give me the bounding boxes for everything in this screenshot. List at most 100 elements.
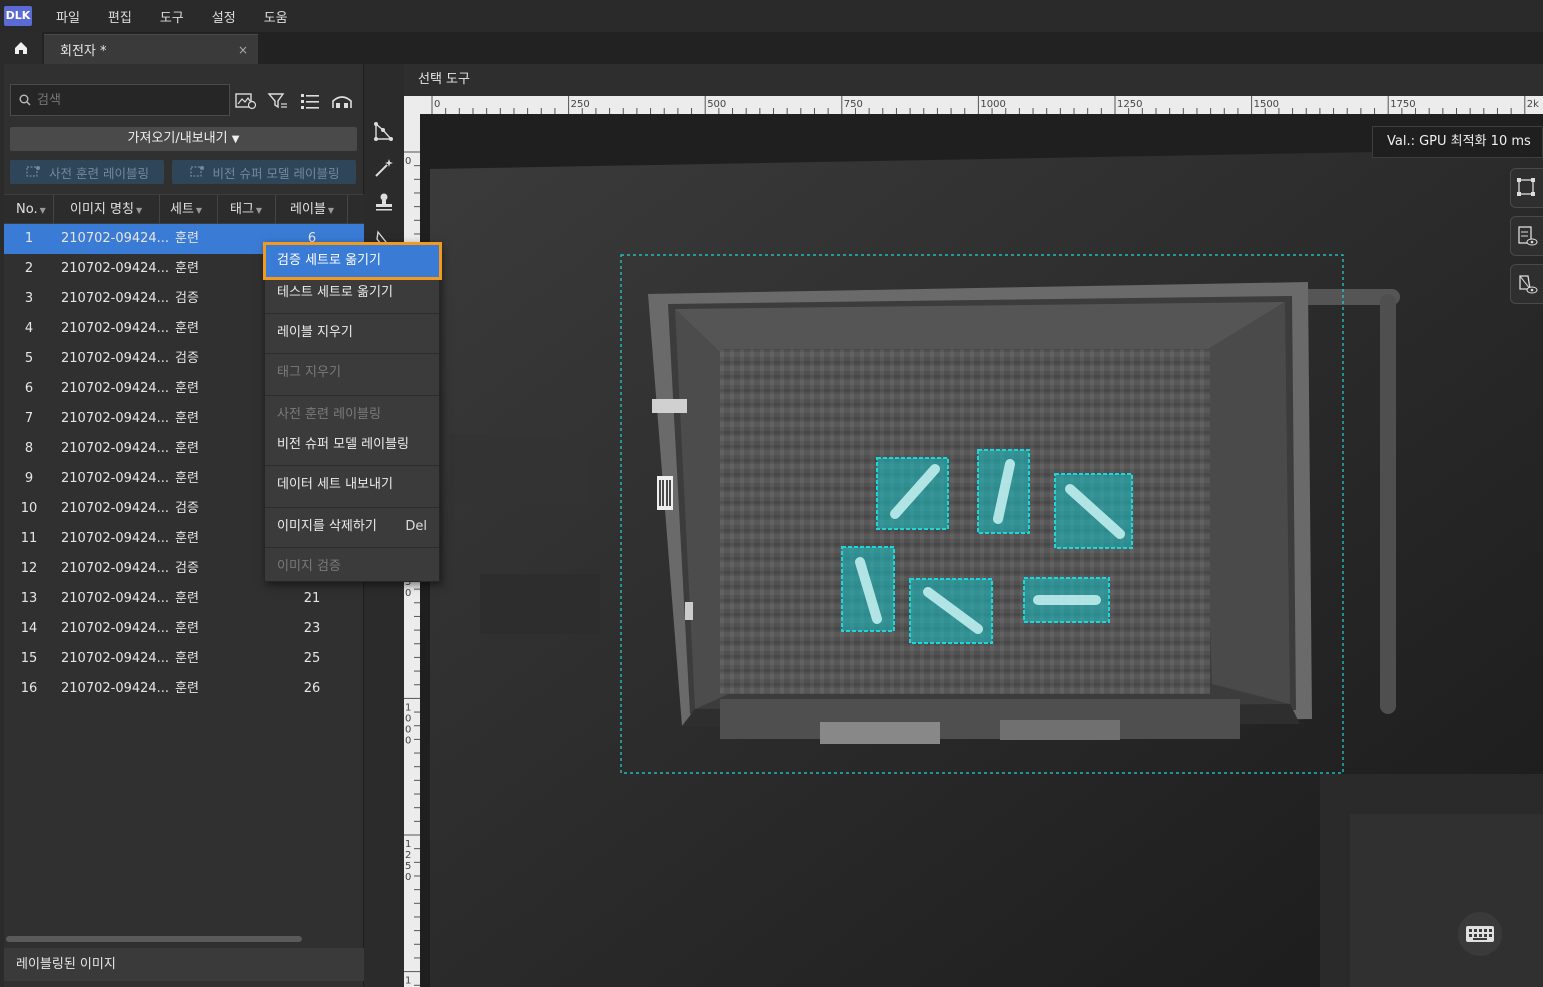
context-menu-item-label: 태그 지우기: [277, 365, 341, 380]
context-menu-item-label: 이미지 검증: [277, 559, 341, 574]
table-row[interactable]: 13 210702-09424... 훈련 21: [4, 584, 364, 614]
mask-view-button[interactable]: [1510, 264, 1543, 304]
context-menu-item[interactable]: 데이터 세트 내보내기: [265, 471, 439, 499]
row-number: 16: [20, 681, 38, 696]
image-canvas[interactable]: [420, 114, 1543, 987]
close-tab-icon[interactable]: ×: [238, 43, 248, 57]
row-image-name: 210702-09424...: [61, 351, 170, 366]
keyboard-icon: [1466, 926, 1494, 942]
sort-icon: ▼: [195, 206, 203, 215]
context-menu-highlight: 검증 세트로 옮기기: [263, 242, 442, 280]
col-labels[interactable]: 레이블 ▼: [276, 195, 348, 225]
row-label-count: 26: [303, 681, 321, 696]
labeled-images-section[interactable]: 레이블링된 이미지: [4, 948, 364, 981]
menu-tools[interactable]: 도구: [146, 7, 198, 26]
shortcut-hint: Del: [405, 519, 427, 534]
row-number: 10: [20, 501, 38, 516]
col-set-label: 세트: [170, 202, 194, 217]
ruler-label: 1500: [1254, 99, 1279, 110]
inspection-image: [420, 114, 1543, 987]
list-view-icon[interactable]: [298, 90, 322, 112]
auto-label-icon: [26, 166, 41, 177]
table-row[interactable]: 15 210702-09424... 훈련 25: [4, 644, 364, 674]
pretrained-labeling-button[interactable]: 사전 훈련 레이블링: [10, 160, 164, 184]
home-icon: [15, 42, 27, 54]
table-row[interactable]: 16 210702-09424... 훈련 26: [4, 674, 364, 704]
menu-separator: [265, 547, 439, 548]
ruler-label: 750: [844, 99, 863, 110]
row-set: 훈련: [175, 681, 199, 696]
context-menu-item-label: 데이터 세트 내보내기: [277, 477, 393, 492]
col-no[interactable]: No. ▼: [4, 195, 54, 225]
tab-bar: 회전자 * ×: [0, 32, 1543, 64]
search-box[interactable]: [10, 84, 230, 116]
row-image-name: 210702-09424...: [61, 261, 170, 276]
row-number: 14: [20, 621, 38, 636]
sort-icon: ▼: [327, 206, 335, 215]
menu-separator: [265, 313, 439, 314]
super-model-labeling-label: 비전 슈퍼 모델 레이블링: [212, 165, 340, 181]
highlighted-menu-item-label[interactable]: 검증 세트로 옮기기: [277, 245, 381, 277]
col-tag[interactable]: 태그 ▼: [218, 195, 276, 225]
row-number: 4: [24, 321, 34, 336]
context-menu-item-label: 사전 훈련 레이블링: [277, 407, 381, 422]
import-export-label: 가져오기/내보내기: [127, 131, 228, 146]
ruler-corner: [404, 96, 420, 114]
chevron-down-icon: ▼: [231, 134, 240, 145]
context-menu-item-label: 비전 슈퍼 모델 레이블링: [277, 437, 409, 452]
grid-view-icon[interactable]: [330, 90, 354, 112]
label-view-button[interactable]: [1510, 216, 1543, 256]
document-tab-title: 회전자 *: [60, 44, 107, 59]
polygon-icon[interactable]: [372, 120, 396, 144]
row-label-count: 23: [303, 621, 321, 636]
label-view-icon: [1518, 226, 1538, 246]
context-menu-item[interactable]: 비전 슈퍼 모델 레이블링: [265, 431, 439, 459]
keyboard-shortcuts-button[interactable]: [1458, 912, 1502, 956]
ruler-label: 0: [405, 588, 411, 599]
col-image-name[interactable]: 이미지 명칭 ▼: [54, 195, 160, 225]
row-set: 훈련: [175, 441, 199, 456]
document-tab[interactable]: 회전자 * ×: [44, 34, 258, 64]
menu-settings[interactable]: 설정: [198, 7, 250, 26]
magic-wand-icon[interactable]: [372, 156, 396, 180]
context-menu-item[interactable]: 테스트 세트로 옮기기: [265, 279, 439, 307]
row-set: 훈련: [175, 381, 199, 396]
context-menu-item: 이미지 검증: [265, 553, 439, 581]
horizontal-scrollbar[interactable]: [6, 936, 302, 942]
ruler-label: 500: [707, 99, 726, 110]
menu-separator: [265, 507, 439, 508]
menu-separator: [265, 465, 439, 466]
row-number: 6: [24, 381, 34, 396]
import-export-button[interactable]: 가져오기/내보내기 ▼: [10, 127, 357, 151]
menu-file[interactable]: 파일: [42, 7, 94, 26]
ruler-label: 1250: [1117, 99, 1142, 110]
row-image-name: 210702-09424...: [61, 501, 170, 516]
row-image-name: 210702-09424...: [61, 621, 170, 636]
ruler-label: 0: [405, 156, 411, 167]
ruler-label: 0: [405, 872, 411, 883]
row-image-name: 210702-09424...: [61, 231, 170, 246]
stamp-icon[interactable]: [372, 190, 396, 214]
menu-edit[interactable]: 편집: [94, 7, 146, 26]
image-settings-icon[interactable]: [234, 90, 258, 112]
col-set[interactable]: 세트 ▼: [160, 195, 218, 225]
row-image-name: 210702-09424...: [61, 471, 170, 486]
auto-label-icon: [189, 166, 204, 177]
row-image-name: 210702-09424...: [61, 411, 170, 426]
roi-toggle-button[interactable]: [1510, 168, 1543, 208]
table-header: No. ▼ 이미지 명칭 ▼ 세트 ▼ 태그 ▼ 레이블 ▼: [4, 194, 364, 225]
row-number: 2: [24, 261, 34, 276]
super-model-labeling-button[interactable]: 비전 슈퍼 모델 레이블링: [172, 160, 356, 184]
search-input[interactable]: [37, 92, 207, 108]
home-tab[interactable]: [0, 32, 42, 64]
menubar: DLK 파일 편집 도구 설정 도움: [0, 0, 1543, 32]
row-image-name: 210702-09424...: [61, 561, 170, 576]
context-menu-item[interactable]: 이미지를 삭제하기 Del: [265, 513, 439, 541]
menu-help[interactable]: 도움: [250, 7, 302, 26]
row-set: 훈련: [175, 591, 199, 606]
table-row[interactable]: 14 210702-09424... 훈련 23: [4, 614, 364, 644]
context-menu-item[interactable]: 레이블 지우기: [265, 319, 439, 347]
filter-icon[interactable]: [266, 90, 290, 112]
ruler-label: 0: [405, 735, 411, 746]
row-set: 검증: [175, 291, 199, 306]
